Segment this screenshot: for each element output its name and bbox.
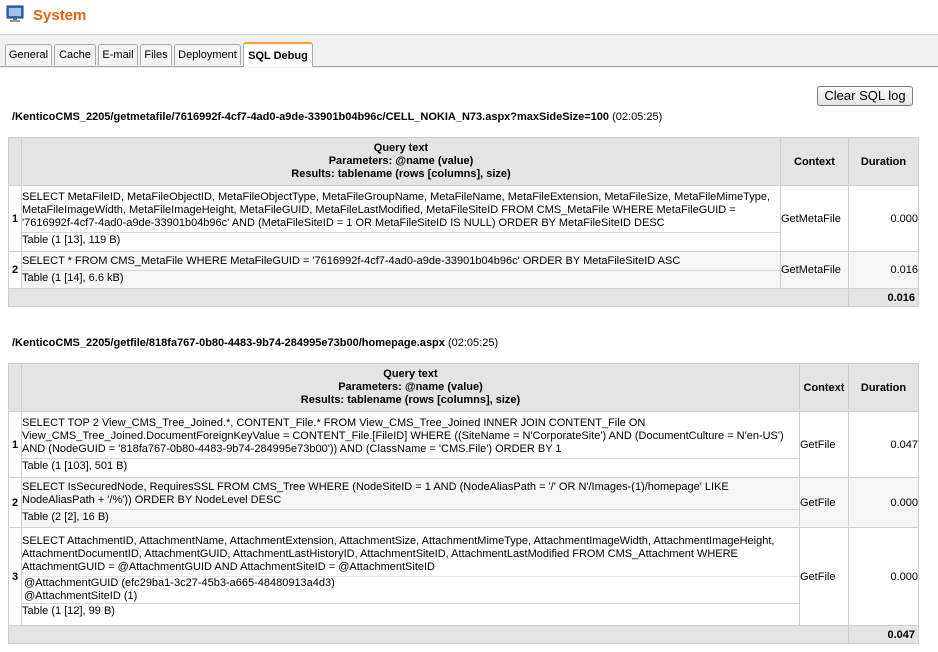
tab-email[interactable]: E-mail [98,44,138,65]
query-table: Query text Parameters: @name (value) Res… [8,363,919,644]
header-query-label: Query text [383,368,438,380]
computer-monitor-icon [6,5,24,22]
clear-sql-log-button[interactable]: Clear SQL log [817,86,913,106]
table-header-row: Query text Parameters: @name (value) Res… [8,363,919,412]
total-spacer [8,625,849,644]
table-row: 1 SELECT MetaFileID, MetaFileObjectID, M… [8,185,919,252]
query-cell: SELECT MetaFileID, MetaFileObjectID, Met… [21,185,781,252]
table-row: 3 SELECT AttachmentID, AttachmentName, A… [8,527,919,626]
page-header: System [0,0,938,34]
total-spacer [8,288,849,307]
tab-sql-debug[interactable]: SQL Debug [243,42,313,67]
query-number: 1 [8,411,22,478]
query-cell: SELECT TOP 2 View_CMS_Tree_Joined.*, CON… [21,411,800,478]
query-duration: 0.000 [848,527,919,626]
query-number: 2 [8,477,22,528]
query-context: GetFile [799,411,849,478]
request-url: /KenticoCMS_2205/getmetafile/7616992f-4c… [12,111,610,123]
header-query-label: Query text [373,142,429,154]
header-parameters-label: Parameters: @name (value) [328,155,474,167]
table-row: 1 SELECT TOP 2 View_CMS_Tree_Joined.*, C… [8,411,919,478]
query-duration: 0.000 [848,185,919,252]
query-text: SELECT MetaFileID, MetaFileObjectID, Met… [22,190,771,229]
request-url: /KenticoCMS_2205/getfile/818fa767-0b80-4… [12,337,445,349]
query-duration: 0.047 [848,411,919,478]
header-number-cell [8,137,22,186]
query-number: 1 [8,185,22,252]
table-row: 2 SELECT * FROM CMS_MetaFile WHERE MetaF… [8,251,919,289]
header-results-label: Results: tablename (rows [columns], size… [291,168,511,180]
total-duration: 0.047 [848,625,919,644]
total-duration: 0.016 [848,288,919,307]
query-cell: SELECT IsSecuredNode, RequiresSSL FROM C… [21,477,800,528]
total-row: 0.047 [8,625,919,644]
query-context: GetMetaFile [780,251,849,289]
request-heading: /KenticoCMS_2205/getmetafile/7616992f-4c… [12,111,662,123]
query-table: Query text Parameters: @name (value) Res… [8,137,919,307]
query-result: Table (2 [2], 16 B) [22,509,799,524]
header-query-text: Query text Parameters: @name (value) Res… [21,137,781,186]
header-query-text: Query text Parameters: @name (value) Res… [21,363,800,412]
query-number: 3 [8,527,22,626]
table-row: 2 SELECT IsSecuredNode, RequiresSSL FROM… [8,477,919,528]
header-results-label: Results: tablename (rows [columns], size… [300,394,521,406]
query-result: Table (1 [13], 119 B) [22,231,780,247]
tab-general[interactable]: General [5,44,52,65]
tab-files[interactable]: Files [140,44,172,65]
query-cell: SELECT AttachmentID, AttachmentName, Att… [21,527,800,626]
query-parameter: @AttachmentGUID (efc29ba1-3c27-45b3-a665… [22,576,799,590]
header-duration: Duration [848,137,919,186]
header-parameters-label: Parameters: @name (value) [338,381,483,393]
query-text: SELECT IsSecuredNode, RequiresSSL FROM C… [22,481,729,506]
request-time: (02:05:25) [447,337,499,349]
header-context: Context [799,363,849,412]
query-result: Table (1 [14], 6.6 kB) [22,270,780,285]
query-duration: 0.000 [848,477,919,528]
query-text: SELECT * FROM CMS_MetaFile WHERE MetaFil… [22,255,681,267]
query-result: Table (1 [12], 99 B) [22,603,799,618]
header-duration: Duration [848,363,919,412]
tab-divider [0,66,938,67]
total-row: 0.016 [8,288,919,307]
page-title: System [33,7,87,24]
query-result: Table (1 [103], 501 B) [22,457,799,473]
query-text: SELECT AttachmentID, AttachmentName, Att… [22,535,775,573]
query-context: GetMetaFile [780,185,849,252]
query-parameter: @AttachmentSiteID (1) [24,590,138,602]
request-time: (02:05:25) [612,111,663,123]
header-number-cell [8,363,22,412]
table-header-row: Query text Parameters: @name (value) Res… [8,137,919,186]
tab-deployment[interactable]: Deployment [174,44,241,65]
header-context: Context [780,137,849,186]
query-text: SELECT TOP 2 View_CMS_Tree_Joined.*, CON… [22,416,784,455]
query-duration: 0.016 [848,251,919,289]
query-context: GetFile [799,527,849,626]
query-cell: SELECT * FROM CMS_MetaFile WHERE MetaFil… [21,251,781,289]
query-context: GetFile [799,477,849,528]
tab-cache[interactable]: Cache [54,44,96,65]
query-number: 2 [8,251,22,289]
request-heading: /KenticoCMS_2205/getfile/818fa767-0b80-4… [12,337,498,349]
